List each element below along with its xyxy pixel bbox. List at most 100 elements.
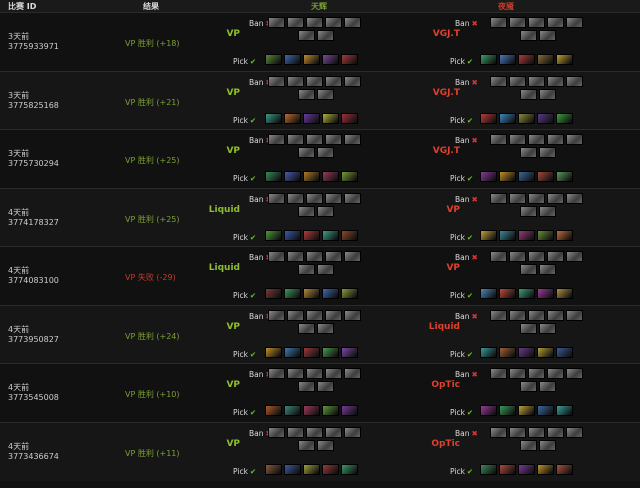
- dire-ban-icon[interactable]: [509, 251, 526, 262]
- dire-ban-icon[interactable]: [566, 192, 583, 204]
- dire-ban-icon[interactable]: [509, 192, 526, 204]
- radiant-ban-icon[interactable]: [287, 134, 304, 145]
- radiant-ban-icon[interactable]: [268, 309, 285, 321]
- radiant-ban-icon[interactable]: [344, 134, 361, 145]
- dire-team-name[interactable]: Liquid: [429, 322, 460, 332]
- dire-ban-icon[interactable]: [566, 17, 583, 28]
- radiant-ban-icon[interactable]: [306, 251, 323, 262]
- dire-team-name[interactable]: VP: [446, 263, 460, 273]
- dire-team-name[interactable]: VGJ.T: [433, 88, 460, 98]
- dire-ban-icon[interactable]: [509, 17, 526, 28]
- dire-ban-icon[interactable]: [547, 17, 564, 28]
- radiant-ban-icon[interactable]: [306, 426, 323, 438]
- radiant-ban-icon[interactable]: [268, 368, 285, 379]
- dire-ban-icon[interactable]: [539, 381, 556, 392]
- dire-ban-icon[interactable]: [528, 17, 545, 28]
- radiant-ban-icon[interactable]: [268, 251, 285, 262]
- dire-hero-icon[interactable]: [556, 171, 573, 182]
- radiant-ban-icon[interactable]: [344, 368, 361, 379]
- radiant-ban-icon[interactable]: [306, 75, 323, 87]
- radiant-ban-icon[interactable]: [306, 309, 323, 321]
- radiant-hero-icon[interactable]: [341, 112, 358, 124]
- match-id-link[interactable]: 3775730294: [8, 159, 59, 168]
- radiant-ban-icon[interactable]: [344, 426, 361, 438]
- radiant-hero-icon[interactable]: [284, 288, 301, 299]
- dire-ban-icon[interactable]: [528, 426, 545, 438]
- dire-hero-icon[interactable]: [499, 463, 516, 475]
- dire-hero-icon[interactable]: [499, 171, 516, 182]
- match-row[interactable]: 3天前3775730294VP 胜利 (+25)VPBan✖Pick✔VGJ.T…: [0, 129, 640, 188]
- radiant-ban-icon[interactable]: [268, 192, 285, 204]
- dire-ban-icon[interactable]: [520, 439, 537, 451]
- match-id-link[interactable]: 3773436674: [8, 452, 59, 461]
- radiant-ban-icon[interactable]: [287, 426, 304, 438]
- radiant-ban-icon[interactable]: [317, 264, 334, 275]
- match-id-link[interactable]: 3774178327: [8, 218, 59, 227]
- radiant-hero-icon[interactable]: [284, 346, 301, 358]
- dire-ban-icon[interactable]: [528, 134, 545, 145]
- dire-ban-icon[interactable]: [566, 368, 583, 379]
- radiant-team-name[interactable]: VP: [226, 146, 240, 156]
- radiant-hero-icon[interactable]: [303, 346, 320, 358]
- dire-hero-icon[interactable]: [480, 346, 497, 358]
- match-id-link[interactable]: 3774083100: [8, 276, 59, 285]
- dire-hero-icon[interactable]: [480, 405, 497, 416]
- radiant-ban-icon[interactable]: [287, 17, 304, 28]
- dire-hero-icon[interactable]: [537, 463, 554, 475]
- radiant-ban-icon[interactable]: [325, 17, 342, 28]
- radiant-ban-icon[interactable]: [344, 75, 361, 87]
- dire-ban-icon[interactable]: [566, 134, 583, 145]
- dire-ban-icon[interactable]: [509, 134, 526, 145]
- dire-ban-icon[interactable]: [539, 88, 556, 100]
- dire-hero-icon[interactable]: [480, 54, 497, 65]
- radiant-hero-icon[interactable]: [322, 463, 339, 475]
- dire-hero-icon[interactable]: [537, 171, 554, 182]
- dire-ban-icon[interactable]: [490, 192, 507, 204]
- dire-ban-icon[interactable]: [520, 264, 537, 275]
- dire-hero-icon[interactable]: [480, 229, 497, 241]
- dire-ban-icon[interactable]: [509, 75, 526, 87]
- dire-ban-icon[interactable]: [490, 309, 507, 321]
- radiant-ban-icon[interactable]: [317, 381, 334, 392]
- radiant-hero-icon[interactable]: [284, 54, 301, 65]
- match-row[interactable]: 3天前3775933971VP 胜利 (+18)VPBan✖Pick✔VGJ.T…: [0, 12, 640, 71]
- dire-ban-icon[interactable]: [490, 426, 507, 438]
- dire-ban-icon[interactable]: [490, 17, 507, 28]
- radiant-ban-icon[interactable]: [325, 426, 342, 438]
- match-row[interactable]: 4天前3774083100VP 失败 (-29)LiquidBan✖Pick✔V…: [0, 246, 640, 305]
- radiant-ban-icon[interactable]: [325, 309, 342, 321]
- match-row[interactable]: 4天前3773950827VP 胜利 (+24)VPBan✖Pick✔Liqui…: [0, 304, 640, 364]
- dire-ban-icon[interactable]: [539, 322, 556, 334]
- radiant-ban-icon[interactable]: [317, 88, 334, 100]
- dire-hero-icon[interactable]: [537, 405, 554, 416]
- dire-ban-icon[interactable]: [490, 134, 507, 145]
- dire-ban-icon[interactable]: [509, 368, 526, 379]
- radiant-team-name[interactable]: Liquid: [209, 263, 240, 273]
- dire-ban-icon[interactable]: [528, 251, 545, 262]
- radiant-hero-icon[interactable]: [341, 54, 358, 65]
- radiant-ban-icon[interactable]: [317, 439, 334, 451]
- radiant-ban-icon[interactable]: [325, 192, 342, 204]
- radiant-hero-icon[interactable]: [303, 288, 320, 299]
- radiant-ban-icon[interactable]: [317, 30, 334, 41]
- dire-hero-icon[interactable]: [518, 405, 535, 416]
- radiant-team-name[interactable]: VP: [226, 88, 240, 98]
- radiant-hero-icon[interactable]: [284, 112, 301, 124]
- dire-ban-icon[interactable]: [539, 439, 556, 451]
- dire-ban-icon[interactable]: [547, 309, 564, 321]
- radiant-hero-icon[interactable]: [265, 229, 282, 241]
- radiant-hero-icon[interactable]: [284, 171, 301, 182]
- dire-ban-icon[interactable]: [490, 75, 507, 87]
- dire-hero-icon[interactable]: [518, 463, 535, 475]
- radiant-ban-icon[interactable]: [325, 75, 342, 87]
- dire-team-name[interactable]: VGJ.T: [433, 29, 460, 39]
- dire-ban-icon[interactable]: [490, 368, 507, 379]
- radiant-hero-icon[interactable]: [322, 229, 339, 241]
- dire-ban-icon[interactable]: [566, 426, 583, 438]
- dire-hero-icon[interactable]: [556, 288, 573, 299]
- dire-hero-icon[interactable]: [556, 229, 573, 241]
- radiant-hero-icon[interactable]: [322, 112, 339, 124]
- dire-ban-icon[interactable]: [520, 322, 537, 334]
- radiant-ban-icon[interactable]: [325, 251, 342, 262]
- match-id-link[interactable]: 3775825168: [8, 101, 59, 110]
